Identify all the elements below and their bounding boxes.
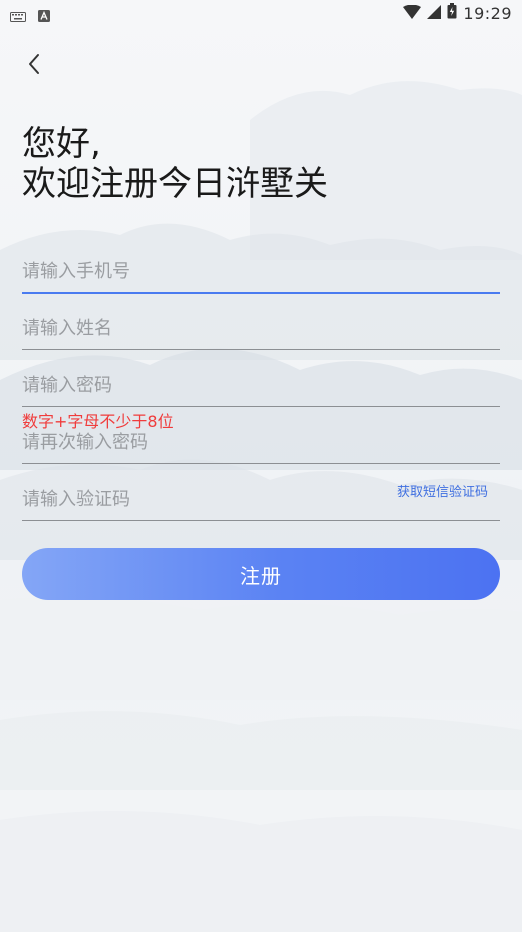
keyboard-icon	[10, 7, 26, 26]
password-input[interactable]	[22, 375, 382, 396]
greeting-line-1: 您好,	[22, 124, 101, 164]
get-sms-code-link[interactable]: 获取短信验证码	[397, 481, 488, 500]
register-button[interactable]: 注册	[22, 548, 500, 600]
verification-code-field: 获取短信验证码	[22, 464, 500, 521]
chevron-left-icon	[27, 53, 41, 79]
status-bar-left	[10, 7, 50, 26]
phone-field	[22, 236, 500, 294]
battery-icon	[447, 3, 457, 23]
password-field	[22, 350, 500, 407]
confirm-password-input[interactable]	[22, 432, 382, 453]
greeting-line-2: 欢迎注册今日浒墅关	[22, 164, 328, 204]
name-input[interactable]	[22, 318, 382, 339]
name-field	[22, 293, 500, 350]
app-notification-icon	[38, 7, 50, 26]
phone-input[interactable]	[22, 261, 382, 282]
wifi-icon	[403, 4, 422, 23]
back-button[interactable]	[18, 50, 50, 82]
verification-code-input[interactable]	[22, 489, 382, 510]
signal-icon	[427, 4, 442, 23]
greeting-title: 您好, 欢迎注册今日浒墅关	[22, 124, 328, 204]
register-screen: 19:29 您好, 欢迎注册今日浒墅关 数字+字母不少于8位 获取短信验证码 注…	[0, 0, 522, 932]
status-bar: 19:29	[0, 0, 522, 28]
confirm-password-field	[22, 407, 500, 464]
status-bar-right: 19:29	[403, 3, 512, 23]
status-time: 19:29	[463, 3, 512, 23]
